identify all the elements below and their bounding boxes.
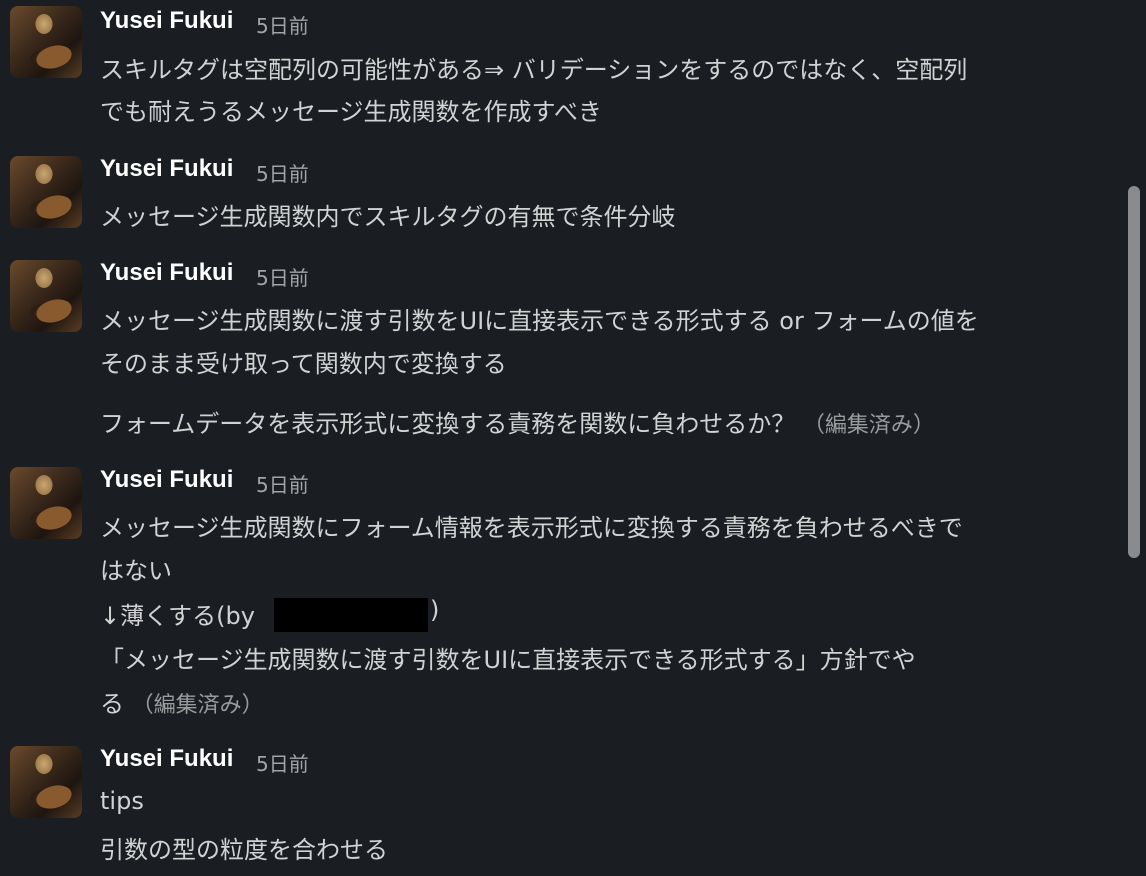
message-text: はない — [100, 557, 172, 585]
author-name[interactable]: Yusei Fukui — [100, 155, 233, 183]
message-text-segment: フォームデータを表示形式に変換する責務を関数に負わせるか？ — [100, 410, 796, 438]
user-avatar[interactable] — [10, 6, 82, 78]
user-avatar[interactable] — [10, 156, 82, 228]
message-text: ) — [430, 596, 440, 624]
message-text: メッセージ生成関数に渡す引数をUIに直接表示できる形式する or フォームの値を — [100, 307, 979, 335]
timestamp[interactable]: 5日前 — [256, 10, 309, 39]
timestamp[interactable]: 5日前 — [256, 469, 309, 498]
user-avatar[interactable] — [10, 746, 82, 818]
message-text: tips — [100, 787, 144, 815]
message-text: 「メッセージ生成関数に渡す引数をUIに直接表示できる形式する」方針でや — [100, 646, 916, 674]
message-text: フォームデータを表示形式に変換する責務を関数に負わせるか？ （編集済み） — [100, 404, 935, 439]
timestamp[interactable]: 5日前 — [256, 748, 309, 777]
edited-label[interactable]: （編集済み） — [803, 413, 935, 438]
author-name[interactable]: Yusei Fukui — [100, 466, 233, 494]
author-name[interactable]: Yusei Fukui — [100, 745, 233, 773]
message-text: ↓薄くする(by — [100, 602, 255, 630]
message-text: でも耐えうるメッセージ生成関数を作成すべき — [100, 98, 602, 126]
user-avatar[interactable] — [10, 260, 82, 332]
message-text: 引数の型の粒度を合わせる — [100, 836, 388, 864]
message-text: スキルタグは空配列の可能性がある⇒ バリデーションをするのではなく、空配列 — [100, 56, 968, 84]
message-text: そのまま受け取って関数内で変換する — [100, 350, 507, 378]
author-name[interactable]: Yusei Fukui — [100, 259, 233, 287]
message-text-segment: る — [100, 690, 124, 718]
scrollbar[interactable] — [1128, 186, 1140, 558]
message-text: メッセージ生成関数内でスキルタグの有無で条件分岐 — [100, 203, 676, 231]
timestamp[interactable]: 5日前 — [256, 158, 309, 187]
timestamp[interactable]: 5日前 — [256, 262, 309, 291]
redacted-mention — [274, 598, 428, 632]
message-text: る （編集済み） — [100, 684, 264, 719]
author-name[interactable]: Yusei Fukui — [100, 7, 233, 35]
message-text: メッセージ生成関数にフォーム情報を表示形式に変換する責務を負わせるべきで — [100, 514, 963, 542]
edited-label[interactable]: （編集済み） — [132, 693, 264, 718]
user-avatar[interactable] — [10, 467, 82, 539]
